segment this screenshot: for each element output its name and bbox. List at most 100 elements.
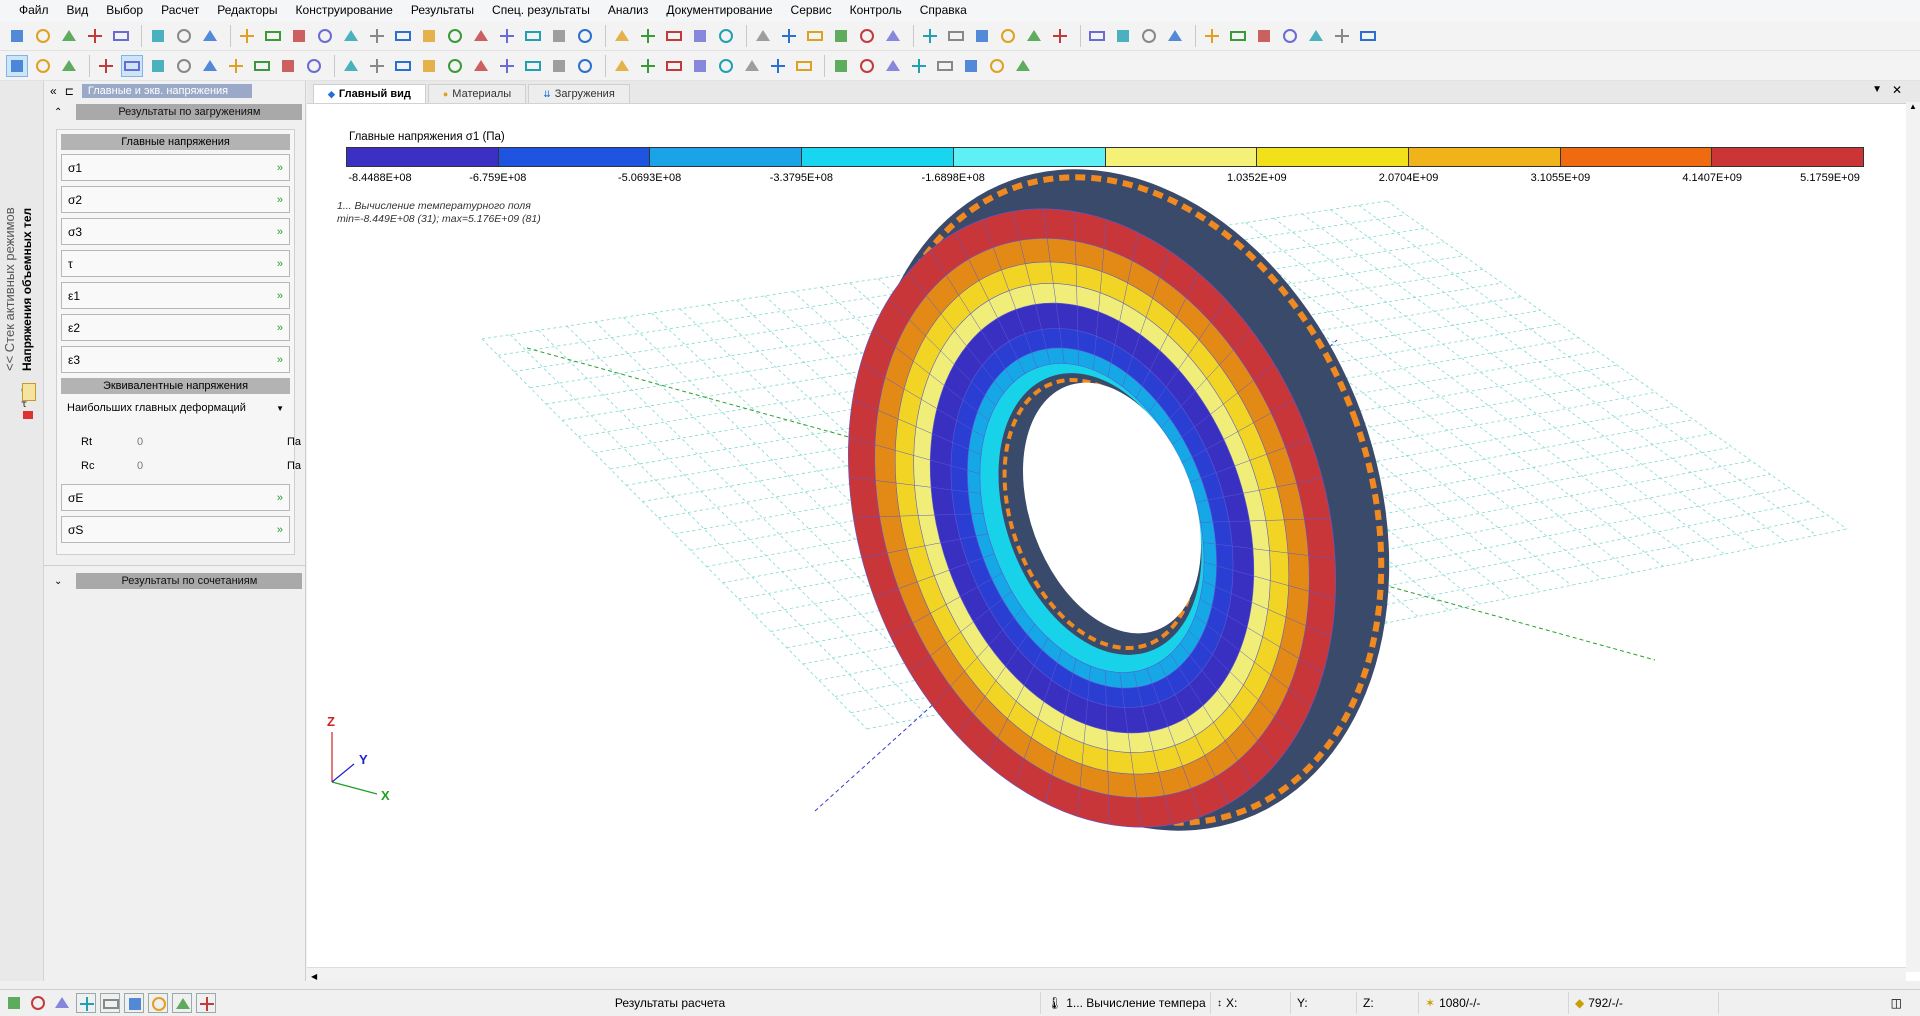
main-tool-49-icon[interactable] <box>1357 25 1379 47</box>
scroll-up-icon[interactable]: ▲ <box>1906 102 1920 111</box>
menu-item-5[interactable]: Конструирование <box>287 0 402 21</box>
tab-1[interactable]: ● Материалы <box>427 84 527 103</box>
main-tool-48-icon[interactable] <box>1331 25 1353 47</box>
results-tool-33-icon[interactable] <box>908 55 930 77</box>
results-tool-14-icon[interactable] <box>392 55 414 77</box>
results-tool-19-icon[interactable] <box>522 55 544 77</box>
active-modes-stack-label[interactable]: << Стек активных режимов <box>2 207 17 371</box>
results-tool-26-icon[interactable] <box>715 55 737 77</box>
chevron-up-icon[interactable]: ⌃ <box>54 107 62 118</box>
main-tool-20-icon[interactable] <box>548 25 570 47</box>
main-tool-14-icon[interactable] <box>392 25 414 47</box>
menu-item-9[interactable]: Документирование <box>657 0 781 21</box>
status-tool-0-icon[interactable] <box>4 993 24 1013</box>
main-tool-38-icon[interactable] <box>1049 25 1071 47</box>
status-tool-2-icon[interactable] <box>52 993 72 1013</box>
results-tool-9-icon[interactable] <box>251 55 273 77</box>
menu-item-3[interactable]: Расчет <box>152 0 208 21</box>
main-tool-27-icon[interactable] <box>752 25 774 47</box>
tab-2[interactable]: ⇊ Загружения <box>528 84 630 103</box>
results-tool-10-icon[interactable] <box>277 55 299 77</box>
menu-item-1[interactable]: Вид <box>58 0 98 21</box>
status-tool-8-icon[interactable] <box>196 993 216 1013</box>
menu-item-10[interactable]: Сервис <box>782 0 841 21</box>
chevron-down-icon[interactable]: ⌄ <box>54 576 62 587</box>
main-tool-36-icon[interactable] <box>997 25 1019 47</box>
results-tool-17-icon[interactable] <box>470 55 492 77</box>
model-canvas[interactable]: Z Y X <box>307 104 1906 967</box>
menu-item-8[interactable]: Анализ <box>599 0 658 21</box>
solid-stress-mode-label[interactable]: Напряжения объемных тел <box>20 208 34 371</box>
main-tool-16-icon[interactable] <box>444 25 466 47</box>
results-tool-25-icon[interactable] <box>689 55 711 77</box>
main-tool-31-icon[interactable] <box>856 25 878 47</box>
results-tool-34-icon[interactable] <box>934 55 956 77</box>
main-tool-32-icon[interactable] <box>882 25 904 47</box>
stress-button-3[interactable]: τ» <box>61 250 290 277</box>
results-tool-3-icon[interactable] <box>95 55 117 77</box>
results-tool-22-icon[interactable] <box>611 55 633 77</box>
rc-input[interactable]: 0 <box>137 460 287 472</box>
results-tool-13-icon[interactable] <box>366 55 388 77</box>
main-tool-21-icon[interactable] <box>574 25 596 47</box>
results-tool-7-icon[interactable] <box>199 55 221 77</box>
main-tool-44-icon[interactable] <box>1227 25 1249 47</box>
status-mode-icon[interactable]: ◫ <box>1891 996 1902 1010</box>
equiv-button-1[interactable]: σS » <box>61 516 290 543</box>
results-tool-32-icon[interactable] <box>882 55 904 77</box>
main-tool-33-icon[interactable] <box>919 25 941 47</box>
status-load-selector[interactable]: 🌡 1... Вычисление темпера <box>1040 992 1210 1014</box>
main-tool-4-icon[interactable] <box>110 25 132 47</box>
results-tool-11-icon[interactable] <box>303 55 325 77</box>
main-tool-17-icon[interactable] <box>470 25 492 47</box>
results-tool-12-icon[interactable] <box>340 55 362 77</box>
results-tool-30-icon[interactable] <box>830 55 852 77</box>
main-tool-43-icon[interactable] <box>1201 25 1223 47</box>
main-tool-1-icon[interactable] <box>32 25 54 47</box>
main-tool-2-icon[interactable] <box>58 25 80 47</box>
main-tool-37-icon[interactable] <box>1023 25 1045 47</box>
main-tool-25-icon[interactable] <box>689 25 711 47</box>
section-comb-header[interactable]: ⌄ Результаты по сочетаниям <box>44 570 305 592</box>
main-tool-40-icon[interactable] <box>1112 25 1134 47</box>
main-tool-15-icon[interactable] <box>418 25 440 47</box>
main-tool-3-icon[interactable] <box>84 25 106 47</box>
main-tool-8-icon[interactable] <box>236 25 258 47</box>
status-tool-6-icon[interactable] <box>148 993 168 1013</box>
main-tool-41-icon[interactable] <box>1138 25 1160 47</box>
main-tool-0-icon[interactable] <box>6 25 28 47</box>
results-tool-15-icon[interactable] <box>418 55 440 77</box>
close-icon[interactable]: ✕ <box>1892 83 1902 97</box>
menu-item-12[interactable]: Справка <box>911 0 976 21</box>
main-tool-12-icon[interactable] <box>340 25 362 47</box>
main-view[interactable]: ◆ Главный вид ● Материалы ⇊ Загружения ▼ ✕ Гл… <box>307 81 1920 981</box>
results-tool-37-icon[interactable] <box>1012 55 1034 77</box>
viewport[interactable]: Главные напряжения σ1 (Па) -8.4488E+08 -6… <box>307 104 1906 967</box>
results-tool-1-icon[interactable] <box>32 55 54 77</box>
results-tool-20-icon[interactable] <box>548 55 570 77</box>
stress-button-1[interactable]: σ2 » <box>61 186 290 213</box>
equiv-criterion-dropdown[interactable]: Наибольших главных деформаций ▼ <box>61 398 290 418</box>
pin-icon[interactable]: ⊏ <box>65 85 74 98</box>
main-tool-18-icon[interactable] <box>496 25 518 47</box>
main-tool-6-icon[interactable] <box>173 25 195 47</box>
status-tool-4-icon[interactable] <box>100 993 120 1013</box>
main-tool-34-icon[interactable] <box>945 25 967 47</box>
main-tool-11-icon[interactable] <box>314 25 336 47</box>
menu-item-0[interactable]: Файл <box>10 0 58 21</box>
stress-button-5[interactable]: ε2 » <box>61 314 290 341</box>
results-tool-23-icon[interactable] <box>637 55 659 77</box>
main-tool-5-icon[interactable] <box>147 25 169 47</box>
menu-item-4[interactable]: Редакторы <box>208 0 286 21</box>
stress-button-4[interactable]: ε1 » <box>61 282 290 309</box>
main-tool-47-icon[interactable] <box>1305 25 1327 47</box>
section-load-header[interactable]: ⌃ Результаты по загружениям <box>44 101 305 123</box>
main-tool-42-icon[interactable] <box>1164 25 1186 47</box>
equiv-button-0[interactable]: σE » <box>61 484 290 511</box>
status-tool-1-icon[interactable] <box>28 993 48 1013</box>
main-tool-24-icon[interactable] <box>663 25 685 47</box>
main-tool-35-icon[interactable] <box>971 25 993 47</box>
horizontal-scrollbar[interactable]: ◀ <box>307 967 1906 981</box>
menu-item-7[interactable]: Спец. результаты <box>483 0 599 21</box>
stress-button-2[interactable]: σ3 » <box>61 218 290 245</box>
